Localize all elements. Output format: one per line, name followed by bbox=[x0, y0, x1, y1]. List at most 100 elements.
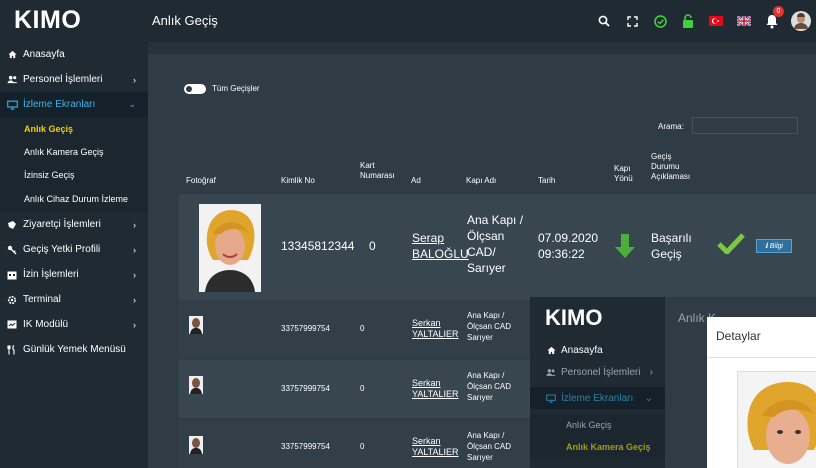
door-name: Ana Kapı / Ölçsan CAD Sarıyer bbox=[467, 311, 512, 342]
header-card[interactable]: Kart Numarası bbox=[360, 161, 404, 181]
sidebar: Anasayfa Personel İşlemleri › İzleme Ekr… bbox=[0, 42, 148, 468]
info-icon: ℹ bbox=[765, 243, 768, 250]
sidebar-item-label: Ziyaretçi İşlemleri bbox=[23, 219, 101, 230]
person-photo bbox=[189, 436, 203, 459]
overlay-item-monitoring: İzleme Ekranları ⌄ bbox=[530, 387, 665, 409]
sidebar-subitem-unauthorized[interactable]: İzinsiz Geçiş bbox=[0, 163, 148, 186]
overlay-item-personnel: Personel İşlemleri › bbox=[530, 361, 665, 383]
uk-flag-icon[interactable] bbox=[730, 0, 758, 42]
search-label: Arama: bbox=[658, 122, 684, 131]
last-name: BALOĞLU bbox=[412, 247, 469, 261]
main-header-strip bbox=[148, 42, 816, 54]
first-name: Serkan bbox=[412, 436, 441, 446]
person-name-link[interactable]: Serap BALOĞLU bbox=[412, 230, 469, 262]
sidebar-item-personnel[interactable]: Personel İşlemleri › bbox=[0, 67, 148, 92]
sidebar-item-label: Terminal bbox=[23, 294, 61, 305]
person-photo bbox=[199, 204, 261, 292]
door-name: Ana Kapı / Ölçsan CAD/ Sarıyer bbox=[467, 213, 524, 275]
id-number: 13345812344 bbox=[281, 239, 355, 253]
header-name[interactable]: Ad bbox=[411, 176, 421, 186]
user-avatar[interactable] bbox=[786, 0, 816, 42]
chevron-right-icon: › bbox=[133, 319, 136, 330]
fullscreen-icon[interactable] bbox=[618, 0, 646, 42]
monitor-icon bbox=[546, 394, 556, 403]
page-title: Anlık Geçiş bbox=[152, 13, 218, 28]
header-direction[interactable]: Kapı Yönü bbox=[614, 164, 638, 184]
person-name-link[interactable]: Serkan YALTALIER bbox=[412, 436, 459, 458]
card-number: 0 bbox=[369, 239, 376, 253]
app-logo[interactable]: KIMO bbox=[14, 6, 81, 35]
sidebar-subitem-device-status[interactable]: Anlık Cihaz Durum İzleme bbox=[0, 186, 148, 212]
first-name: Serap bbox=[412, 231, 445, 245]
notification-count-badge: 0 bbox=[773, 6, 784, 17]
modal-person-photo bbox=[737, 371, 816, 468]
pass-status: Başarılı Geçiş bbox=[651, 230, 692, 262]
door-name: Ana Kapı / Ölçsan CAD Sarıyer bbox=[467, 431, 512, 462]
gear-icon bbox=[6, 295, 18, 305]
id-number: 33757999754 bbox=[281, 442, 330, 451]
status-line-1: Başarılı bbox=[651, 231, 692, 245]
header-id[interactable]: Kimlik No bbox=[281, 176, 315, 186]
search-icon[interactable] bbox=[590, 0, 618, 42]
home-icon bbox=[546, 346, 556, 355]
turkish-flag-icon[interactable] bbox=[702, 0, 730, 42]
calendar-icon bbox=[6, 270, 18, 280]
sidebar-item-label: IK Modülü bbox=[23, 319, 69, 330]
id-number: 33757999754 bbox=[281, 384, 330, 393]
lock-open-icon[interactable] bbox=[674, 0, 702, 42]
header-date[interactable]: Tarih bbox=[538, 176, 555, 186]
door-name: Ana Kapı / Ölçsan CAD Sarıyer bbox=[467, 371, 512, 402]
chevron-down-icon: ⌄ bbox=[644, 392, 653, 404]
home-icon bbox=[6, 50, 18, 59]
sidebar-subitem-live-pass[interactable]: Anlık Geçiş bbox=[0, 117, 148, 140]
key-icon bbox=[6, 245, 18, 255]
person-name-link[interactable]: Serkan YALTALIER bbox=[412, 318, 459, 340]
overlay-subitem-current: Anlık Kamera Geçiş bbox=[530, 436, 665, 458]
sidebar-item-label: İzleme Ekranları bbox=[23, 99, 96, 110]
info-button[interactable]: ℹ Bilgi bbox=[756, 239, 792, 253]
sidebar-item-label: Anasayfa bbox=[23, 49, 65, 60]
last-name: YALTALIER bbox=[412, 447, 459, 457]
sidebar-item-label: İzin İşlemleri bbox=[23, 269, 79, 280]
sidebar-item-terminal[interactable]: Terminal › bbox=[0, 287, 148, 312]
sidebar-item-menu[interactable]: Günlük Yemek Menüsü bbox=[0, 337, 148, 362]
overlay-subitem: Anlık Geçiş bbox=[530, 414, 665, 436]
visitor-icon bbox=[6, 220, 18, 230]
sidebar-item-home[interactable]: Anasayfa bbox=[0, 42, 148, 67]
person-photo bbox=[189, 316, 203, 339]
sidebar-item-access-profile[interactable]: Geçiş Yetki Profili › bbox=[0, 237, 148, 262]
users-icon bbox=[546, 368, 556, 377]
chevron-down-icon: ⌄ bbox=[128, 99, 136, 109]
first-name: Serkan bbox=[412, 318, 441, 328]
pass-time: 09:36:22 bbox=[538, 247, 585, 261]
sidebar-subitem-live-camera[interactable]: Anlık Kamera Geçiş bbox=[0, 140, 148, 163]
chevron-right-icon: › bbox=[133, 219, 136, 230]
pass-date: 07.09.2020 bbox=[538, 231, 599, 245]
info-button-label: Bilgi bbox=[769, 242, 783, 250]
header-door[interactable]: Kapı Adı bbox=[466, 176, 496, 186]
topbar-actions: 0 bbox=[590, 0, 816, 42]
header-status[interactable]: Geçiş Durumu Açıklaması bbox=[651, 152, 701, 182]
sidebar-item-hr[interactable]: IK Modülü › bbox=[0, 312, 148, 337]
details-preview-overlay: KIMO Anasayfa Personel İşlemleri › İzlem… bbox=[530, 297, 816, 468]
sidebar-item-label: Geçiş Yetki Profili bbox=[23, 244, 101, 255]
search-input[interactable] bbox=[692, 117, 798, 134]
overlay-item-label: Anasayfa bbox=[561, 344, 603, 356]
person-name-link[interactable]: Serkan YALTALIER bbox=[412, 378, 459, 400]
sidebar-item-label: Personel İşlemleri bbox=[23, 74, 103, 85]
sidebar-item-visitors[interactable]: Ziyaretçi İşlemleri › bbox=[0, 212, 148, 237]
card-number: 0 bbox=[360, 442, 365, 451]
all-passes-toggle[interactable] bbox=[184, 84, 206, 94]
sidebar-item-label: Günlük Yemek Menüsü bbox=[23, 344, 126, 355]
last-name: YALTALIER bbox=[412, 329, 459, 339]
overlay-logo: KIMO bbox=[545, 305, 603, 330]
table-row[interactable]: 13345812344 0 Serap BALOĞLU Ana Kapı / Ö… bbox=[179, 194, 816, 300]
chevron-right-icon: › bbox=[133, 269, 136, 280]
sidebar-item-leave[interactable]: İzin İşlemleri › bbox=[0, 262, 148, 287]
all-passes-toggle-label: Tüm Geçişler bbox=[212, 84, 260, 93]
modal-divider bbox=[707, 357, 816, 358]
status-ok-icon[interactable] bbox=[646, 0, 674, 42]
notification-bell-icon[interactable]: 0 bbox=[758, 0, 786, 42]
header-photo[interactable]: Fotoğraf bbox=[186, 176, 216, 186]
sidebar-item-monitoring[interactable]: İzleme Ekranları ⌄ bbox=[0, 92, 148, 117]
